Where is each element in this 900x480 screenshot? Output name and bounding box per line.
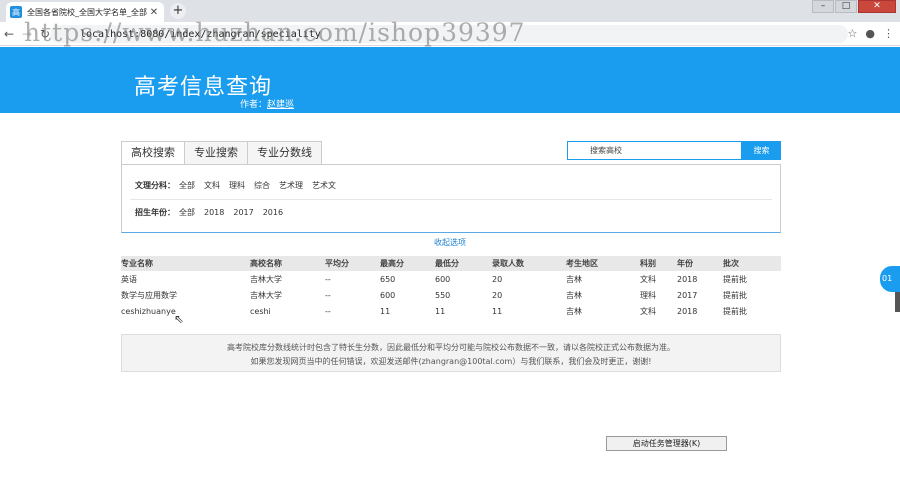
- close-window-button[interactable]: ✕: [858, 0, 896, 13]
- filter-panel: 文理分科： 全部 文科 理科 综合 艺术理 艺术文 招生年份： 全部 2018 …: [121, 164, 781, 233]
- table-cell: 文科: [640, 306, 656, 316]
- subject-option-art-arts[interactable]: 艺术文: [312, 180, 336, 191]
- table-cell: ceshizhuanye: [121, 306, 176, 316]
- table-cell: 吉林: [566, 306, 582, 316]
- task-manager-menu-item[interactable]: 启动任务管理器(K): [606, 436, 727, 451]
- site-favicon-icon: 高: [10, 6, 22, 18]
- tab-college-search[interactable]: 高校搜索: [121, 141, 185, 164]
- author-line: 作者：赵建巡: [240, 97, 294, 110]
- table-cell: 提前批: [723, 290, 747, 300]
- table-cell: 2017: [677, 290, 698, 300]
- header-cell: 科别: [640, 259, 656, 268]
- notice-line-2: 如果您发现网页当中的任何错误，欢迎发送邮件(zhangran@100tal.co…: [250, 357, 652, 366]
- year-option-all[interactable]: 全部: [179, 207, 195, 218]
- table-cell: ceshi: [250, 306, 271, 316]
- side-float-badge[interactable]: 01: [880, 266, 900, 292]
- table-cell: --: [325, 306, 331, 316]
- table-cell: 2018: [677, 274, 698, 284]
- tab-major-score[interactable]: 专业分数线: [248, 141, 322, 164]
- table-cell: 数学与应用数学: [121, 290, 177, 300]
- table-row[interactable]: 数学与应用数学 吉林大学 -- 600 550 20 吉林 理科 2017 提前…: [121, 287, 781, 303]
- subject-label: 文理分科：: [135, 181, 175, 190]
- table-cell: 20: [492, 274, 503, 284]
- subject-option-all[interactable]: 全部: [179, 180, 195, 191]
- table-cell: 吉林: [566, 274, 582, 284]
- header-cell: 高校名称: [250, 259, 282, 268]
- header-cell: 批次: [723, 259, 739, 268]
- tab-close-icon[interactable]: ✕: [148, 7, 160, 18]
- table-cell: 提前批: [723, 306, 747, 316]
- url-input[interactable]: localhost:8080/index/zhangran/speciality: [50, 25, 848, 43]
- menu-dots-icon[interactable]: ⋮: [883, 27, 894, 40]
- tab-major-search[interactable]: 专业搜索: [185, 141, 248, 164]
- browser-tab-bar: 高 全国各省院校_全国大学名单_全部 ✕ + – □ ✕: [0, 0, 900, 22]
- collapse-options-link[interactable]: 收起选项: [434, 237, 466, 248]
- notice-line-1: 高考院校库分数线统计时包含了特长生分数，因此最低分和平均分可能与院校公布数据不一…: [227, 343, 675, 352]
- back-arrow-icon[interactable]: ←: [0, 27, 18, 41]
- minimize-button[interactable]: –: [812, 0, 834, 13]
- url-text: localhost:8080/index/zhangran/speciality: [80, 28, 321, 40]
- table-cell: 650: [380, 274, 396, 284]
- header-cell: 平均分: [325, 259, 349, 268]
- subject-option-general[interactable]: 综合: [254, 180, 270, 191]
- table-header: 专业名称 高校名称 平均分 最高分 最低分 录取人数 考生地区 科别 年份 批次: [121, 256, 781, 271]
- table-cell: --: [325, 290, 331, 300]
- table-cell: 吉林大学: [250, 274, 282, 284]
- table-cell: 11: [435, 306, 446, 316]
- bookmark-star-icon[interactable]: ☆: [848, 27, 858, 40]
- table-cell: 吉林大学: [250, 290, 282, 300]
- year-option-2016[interactable]: 2016: [263, 208, 283, 217]
- year-option-2018[interactable]: 2018: [204, 208, 224, 217]
- year-option-2017[interactable]: 2017: [233, 208, 253, 217]
- header-cell: 最高分: [380, 259, 404, 268]
- table-cell: 550: [435, 290, 451, 300]
- table-cell: 提前批: [723, 274, 747, 284]
- table-cell: 文科: [640, 274, 656, 284]
- subject-filter-row: 文理分科： 全部 文科 理科 综合 艺术理 艺术文: [135, 180, 345, 191]
- year-label: 招生年份：: [135, 208, 175, 217]
- tab-title: 全国各省院校_全国大学名单_全部: [27, 7, 147, 17]
- header-cell: 专业名称: [121, 259, 153, 268]
- profile-icon[interactable]: ●: [865, 27, 875, 40]
- subject-option-arts[interactable]: 文科: [204, 180, 220, 191]
- notice-box: 高考院校库分数线统计时包含了特长生分数，因此最低分和平均分可能与院校公布数据不一…: [121, 334, 781, 372]
- table-cell: 英语: [121, 274, 137, 284]
- mouse-cursor-icon: ⇖: [174, 312, 185, 326]
- table-cell: 600: [435, 274, 451, 284]
- table-cell: 20: [492, 290, 503, 300]
- year-filter-row: 招生年份： 全部 2018 2017 2016: [135, 207, 292, 218]
- browser-tab[interactable]: 高 全国各省院校_全国大学名单_全部 ✕: [6, 2, 164, 22]
- forward-arrow-icon[interactable]: →: [18, 27, 36, 41]
- header-cell: 最低分: [435, 259, 459, 268]
- address-bar: ← → ↻ localhost:8080/index/zhangran/spec…: [0, 22, 900, 46]
- table-row[interactable]: ceshizhuanye ceshi -- 11 11 11 吉林 文科 201…: [121, 303, 781, 319]
- search-button[interactable]: 搜索: [742, 141, 781, 160]
- window-controls: – □ ✕: [811, 0, 896, 13]
- author-label: 作者：: [240, 100, 268, 110]
- table-cell: 理科: [640, 290, 656, 300]
- table-cell: --: [325, 274, 331, 284]
- filter-divider: [130, 199, 772, 200]
- header-cell: 年份: [677, 259, 693, 268]
- table-row[interactable]: 英语 吉林大学 -- 650 600 20 吉林 文科 2018 提前批: [121, 271, 781, 287]
- table-cell: 600: [380, 290, 396, 300]
- search-tabs: 高校搜索 专业搜索 专业分数线: [121, 141, 322, 164]
- college-search-input[interactable]: 搜索高校: [567, 141, 742, 160]
- subject-option-art-science[interactable]: 艺术理: [279, 180, 303, 191]
- author-link[interactable]: 赵建巡: [267, 100, 294, 110]
- table-cell: 11: [380, 306, 391, 316]
- table-cell: 2018: [677, 306, 698, 316]
- table-cell: 11: [492, 306, 503, 316]
- maximize-button[interactable]: □: [835, 0, 857, 13]
- subject-option-science[interactable]: 理科: [229, 180, 245, 191]
- header-cell: 录取人数: [492, 259, 524, 268]
- new-tab-button[interactable]: +: [170, 3, 186, 19]
- table-cell: 吉林: [566, 290, 582, 300]
- side-float-handle[interactable]: [895, 292, 900, 312]
- header-cell: 考生地区: [566, 259, 598, 268]
- site-header: 高考信息查询 作者：赵建巡: [0, 47, 900, 113]
- results-table: 专业名称 高校名称 平均分 最高分 最低分 录取人数 考生地区 科别 年份 批次…: [121, 256, 781, 319]
